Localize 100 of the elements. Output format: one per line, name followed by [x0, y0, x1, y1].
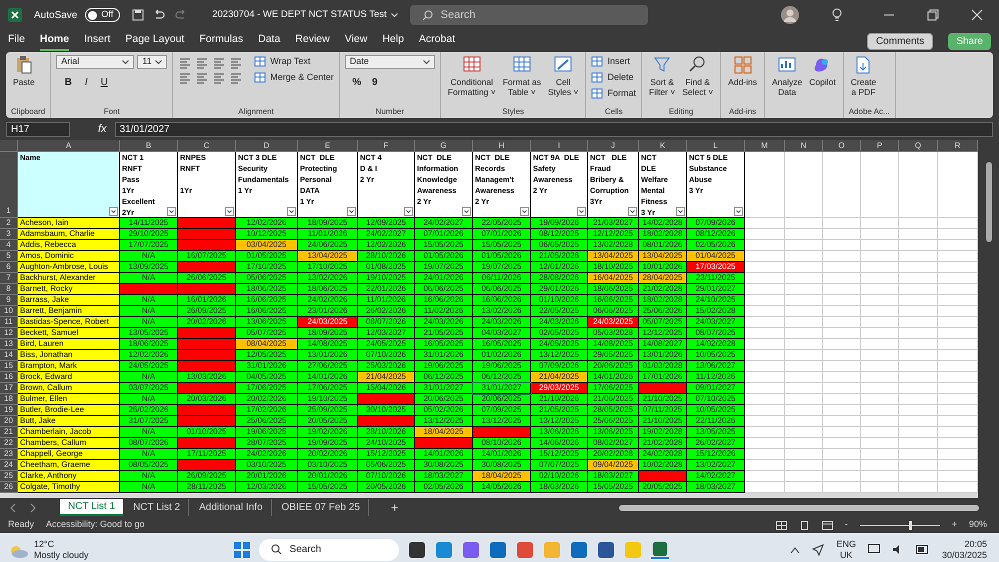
- column-header[interactable]: H: [473, 140, 531, 152]
- row-header[interactable]: 21: [0, 427, 18, 438]
- menu-tab[interactable]: File: [8, 31, 25, 51]
- close-icon[interactable]: [971, 9, 983, 21]
- dropdown-field[interactable]: 11: [137, 55, 168, 69]
- row-header[interactable]: 23: [0, 449, 18, 460]
- row-header[interactable]: 14: [0, 350, 18, 361]
- column-header[interactable]: I: [531, 140, 588, 152]
- ribbon-button[interactable]: Format: [591, 87, 636, 100]
- row-header[interactable]: 9: [0, 295, 18, 306]
- number-style-button[interactable]: 9: [368, 75, 381, 90]
- scrollbar[interactable]: [978, 140, 999, 498]
- zoom-out-button[interactable]: -: [844, 518, 848, 532]
- sheet-tab[interactable]: NCT List 1: [60, 499, 124, 516]
- filter-dropdown-icon[interactable]: [462, 207, 471, 216]
- row-header[interactable]: 10: [0, 306, 18, 317]
- page-layout-icon[interactable]: [798, 520, 810, 530]
- column-header[interactable]: G: [415, 140, 473, 152]
- row-header[interactable]: 2: [0, 218, 18, 229]
- filter-dropdown-icon[interactable]: [225, 207, 234, 216]
- ribbon-button[interactable]: Sort & Filter ˅: [647, 55, 678, 97]
- sheet-tab[interactable]: NCT List 2: [125, 499, 190, 516]
- row-header[interactable]: 6: [0, 262, 18, 273]
- row-header[interactable]: 13: [0, 339, 18, 350]
- region-text[interactable]: UK: [840, 550, 852, 560]
- row-header[interactable]: 20: [0, 416, 18, 427]
- row-header[interactable]: 16: [0, 372, 18, 383]
- formula-field[interactable]: 31/01/2027: [114, 122, 993, 136]
- row-header[interactable]: 17: [0, 383, 18, 394]
- column-header[interactable]: A: [18, 140, 120, 152]
- ribbon-button[interactable]: Find & Select ˅: [680, 55, 716, 97]
- restore-icon[interactable]: [927, 9, 939, 21]
- ribbon-button[interactable]: Add-ins: [726, 55, 759, 87]
- ribbon-button[interactable]: Copilot: [807, 55, 838, 87]
- font-style-button[interactable]: B: [62, 75, 74, 90]
- row-header[interactable]: 4: [0, 240, 18, 251]
- add-sheet-button[interactable]: +: [390, 498, 398, 518]
- dropdown-field[interactable]: Arial: [56, 55, 134, 69]
- previous-icon[interactable]: [8, 502, 18, 512]
- sheet-tab[interactable]: Additional Info: [191, 499, 272, 516]
- font-style-button[interactable]: I: [80, 75, 92, 90]
- filter-dropdown-icon[interactable]: [287, 207, 296, 216]
- clock-time[interactable]: 20:05: [964, 538, 987, 550]
- row-header[interactable]: 12: [0, 328, 18, 339]
- filter-dropdown-icon[interactable]: [167, 207, 176, 216]
- language-text[interactable]: ENG: [836, 538, 856, 550]
- filter-dropdown-icon[interactable]: [577, 207, 586, 216]
- menu-tab[interactable]: Page Layout: [125, 31, 184, 51]
- menu-tab[interactable]: Insert: [84, 31, 110, 51]
- row-header[interactable]: 25: [0, 471, 18, 482]
- row-header[interactable]: 7: [0, 273, 18, 284]
- column-header[interactable]: D: [236, 140, 298, 152]
- row-header[interactable]: 1: [0, 152, 18, 218]
- column-header[interactable]: Q: [899, 140, 938, 152]
- row-header[interactable]: 26: [0, 482, 18, 493]
- ribbon-button[interactable]: Format as Table ˅: [500, 55, 543, 97]
- taskbar-search-field[interactable]: Search: [258, 538, 399, 560]
- filter-dropdown-icon[interactable]: [676, 207, 685, 216]
- normal-view-icon[interactable]: [776, 520, 787, 530]
- app-icon[interactable]: [596, 540, 615, 558]
- column-header[interactable]: B: [120, 140, 178, 152]
- column-header[interactable]: O: [823, 140, 861, 152]
- ribbon-button[interactable]: Delete: [591, 71, 636, 84]
- row-header[interactable]: 22: [0, 438, 18, 449]
- row-header[interactable]: 3: [0, 229, 18, 240]
- menu-tab[interactable]: Review: [295, 31, 330, 51]
- avatar-icon[interactable]: [781, 6, 799, 24]
- dropdown-field[interactable]: Date: [344, 55, 435, 69]
- font-style-button[interactable]: U: [98, 75, 110, 90]
- ribbon-button[interactable]: Paste: [11, 55, 37, 87]
- column-header[interactable]: N: [785, 140, 823, 152]
- column-header[interactable]: L: [687, 140, 745, 152]
- menu-tab[interactable]: Formulas: [199, 31, 244, 51]
- align-icon[interactable]: [178, 72, 192, 84]
- page-break-icon[interactable]: [822, 520, 833, 530]
- row-header[interactable]: 11: [0, 317, 18, 328]
- column-header[interactable]: E: [298, 140, 358, 152]
- lightbulb-icon[interactable]: [831, 8, 843, 22]
- document-title[interactable]: 20230704 - WE DEPT NCT STATUS Test: [212, 8, 387, 22]
- filter-dropdown-icon[interactable]: [109, 207, 118, 216]
- row-header[interactable]: 15: [0, 361, 18, 372]
- column-header[interactable]: J: [588, 140, 639, 152]
- name-box[interactable]: H17: [6, 122, 70, 136]
- app-icon[interactable]: [650, 540, 669, 558]
- column-header[interactable]: C: [178, 140, 236, 152]
- column-header[interactable]: K: [639, 140, 687, 152]
- menu-tab[interactable]: Help: [382, 31, 404, 51]
- align-icon[interactable]: [229, 72, 244, 84]
- ribbon-button[interactable]: Cell Styles ˅: [546, 55, 580, 97]
- row-header[interactable]: 24: [0, 460, 18, 471]
- save-icon[interactable]: [132, 9, 144, 21]
- app-icon[interactable]: [408, 540, 426, 558]
- battery-icon[interactable]: [916, 545, 930, 554]
- ribbon-button[interactable]: Merge & Center: [254, 71, 334, 84]
- caret-icon[interactable]: [390, 12, 398, 18]
- number-style-button[interactable]: %: [350, 75, 363, 90]
- sheet-tab[interactable]: OBIEE 07 Feb 25: [274, 499, 369, 516]
- chevron-up-icon[interactable]: [790, 546, 800, 554]
- zoom-slider[interactable]: [909, 520, 912, 530]
- accessibility-status[interactable]: Accessibility: Good to go: [46, 518, 145, 532]
